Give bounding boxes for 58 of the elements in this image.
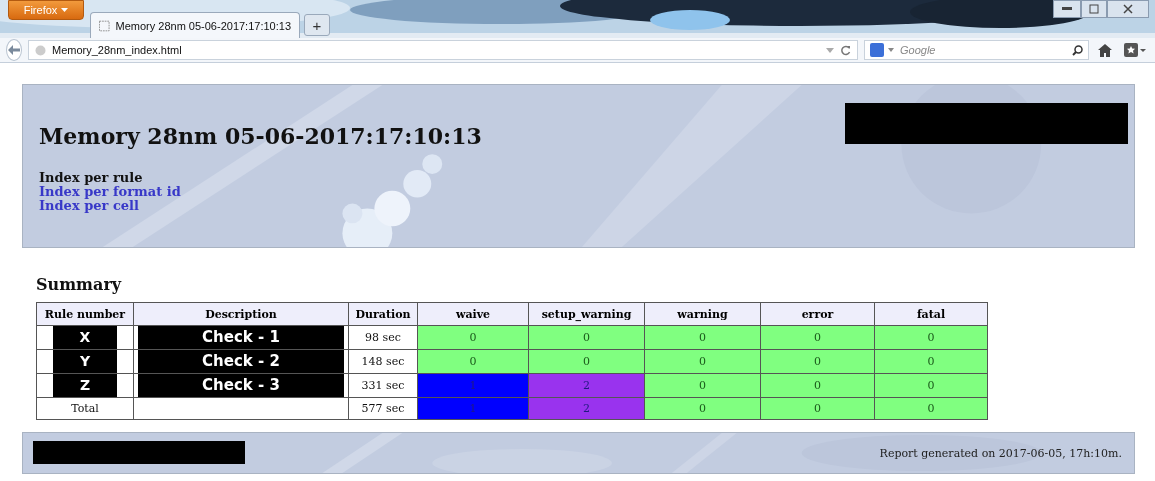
column-header: error [760, 302, 875, 326]
column-header: setup_warning [528, 302, 645, 326]
count-cell: 0 [644, 325, 761, 350]
close-button[interactable] [1107, 0, 1149, 18]
count-cell: 0 [528, 349, 645, 374]
minimize-button[interactable] [1053, 0, 1081, 18]
restore-icon [1089, 4, 1099, 14]
report-title: Memory 28nm 05-06-2017:17:10:13 [39, 123, 482, 149]
count-cell: 0 [417, 349, 529, 374]
search-field[interactable]: Google [898, 43, 1068, 57]
caret-icon [61, 8, 69, 12]
close-icon [1123, 4, 1133, 14]
column-header: Duration [348, 302, 418, 326]
index-link[interactable]: Index per format id [39, 185, 1134, 199]
caret-icon [888, 48, 894, 52]
column-header: waive [417, 302, 529, 326]
column-header: Rule number [36, 302, 134, 326]
count-cell: 0 [874, 373, 988, 398]
column-header: fatal [874, 302, 988, 326]
index-link[interactable]: Index per cell [39, 199, 1134, 213]
minimize-icon [1062, 7, 1072, 11]
new-tab-button[interactable]: + [304, 14, 330, 36]
summary-heading: Summary [36, 275, 123, 294]
count-cell: 0 [528, 325, 645, 350]
rule-description: Check - 3 [138, 374, 344, 397]
count-cell: 0 [417, 325, 529, 350]
column-header: warning [644, 302, 761, 326]
column-header: Description [133, 302, 349, 326]
index-link[interactable]: Index per rule [39, 171, 1134, 185]
count-cell: 0 [760, 325, 875, 350]
back-button[interactable] [6, 39, 22, 61]
rule-description: Check - 2 [138, 350, 344, 373]
dropdown-icon [826, 47, 834, 53]
count-cell: 2 [528, 373, 645, 398]
count-cell: 0 [874, 325, 988, 350]
count-cell: 0 [644, 349, 761, 374]
tab-title: Memory 28nm 05-06-2017:17:10:13 [115, 19, 291, 32]
reload-icon [840, 44, 851, 56]
globe-icon [35, 44, 46, 56]
rule-number: Z [53, 374, 117, 397]
count-cell: 0 [644, 373, 761, 398]
rule-number: Y [53, 350, 117, 373]
count-cell: 0 [760, 373, 875, 398]
rule-number: X [53, 326, 117, 349]
browser-tab[interactable]: Memory 28nm 05-06-2017:17:10:13 [90, 12, 300, 38]
bookmark-icon[interactable] [1121, 43, 1149, 57]
address-field[interactable]: Memory_28nm_index.html [28, 40, 858, 60]
back-arrow-icon [8, 45, 20, 55]
count-cell: 1 [417, 373, 529, 398]
count-cell: 0 [874, 349, 988, 374]
report-timestamp: Report generated on 2017-06-05, 17h:10m. [879, 446, 1122, 460]
search-icon [1072, 44, 1083, 56]
count-cell: 0 [760, 349, 875, 374]
search-bar[interactable]: Google [864, 40, 1089, 60]
table-cell: Total [36, 397, 134, 420]
page-icon [99, 19, 110, 32]
search-engine-icon [870, 43, 884, 57]
rule-description: Check - 1 [138, 326, 344, 349]
